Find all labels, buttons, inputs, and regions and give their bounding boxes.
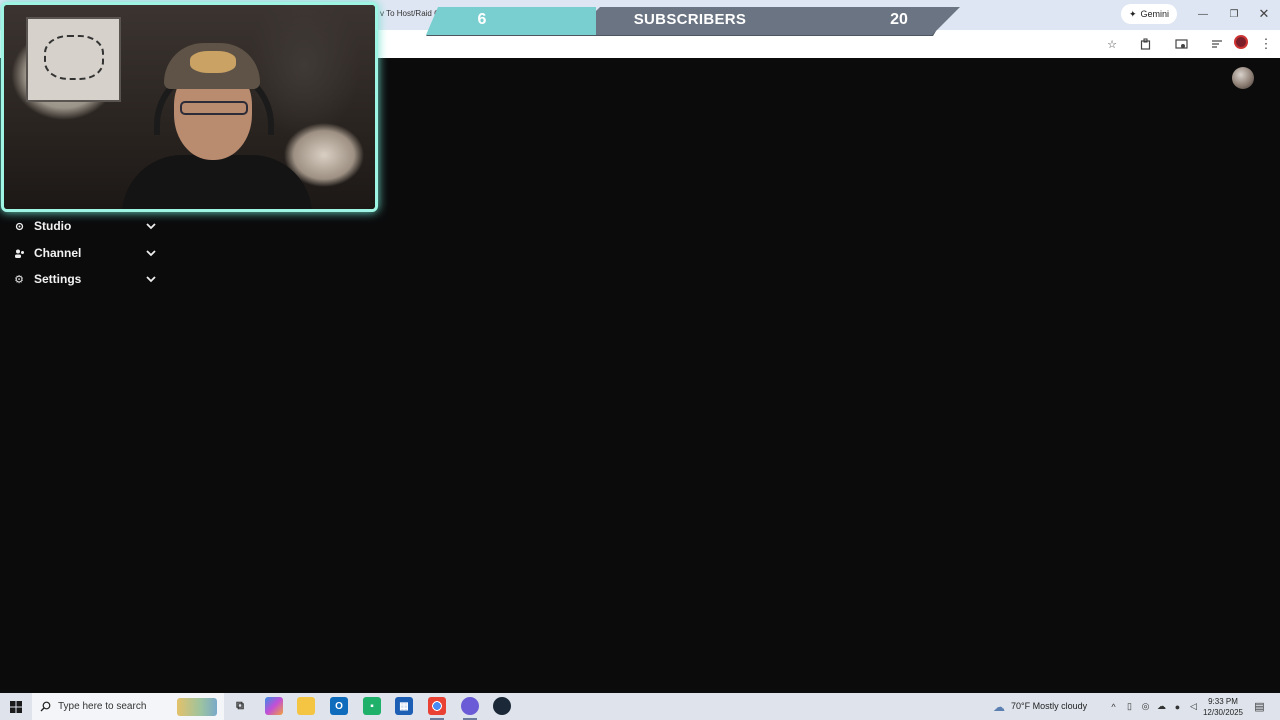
cloud-icon[interactable]: ☁: [1156, 701, 1167, 712]
close-button[interactable]: ✕: [1256, 6, 1272, 21]
steam-icon[interactable]: [493, 697, 511, 715]
sidebar-item-studio[interactable]: Studio: [0, 213, 170, 239]
search-highlight-image: [177, 698, 217, 716]
sidebar-item-label: Studio: [34, 219, 72, 233]
reading-list-icon[interactable]: [1208, 35, 1226, 53]
gemini-label: Gemini: [1140, 9, 1170, 19]
media-icon[interactable]: [1172, 35, 1190, 53]
webcam-poster-art: [44, 35, 104, 80]
chrome-icon[interactable]: [428, 697, 446, 715]
sidebar-item-label: Channel: [34, 246, 82, 260]
discord-icon[interactable]: [461, 697, 479, 715]
app-icon[interactable]: ▪: [363, 697, 381, 715]
file-explorer-icon[interactable]: [297, 697, 315, 715]
battery-icon[interactable]: ▯: [1124, 701, 1135, 712]
task-view-icon[interactable]: ⧉: [231, 697, 249, 715]
sparkle-icon: ✦: [1129, 8, 1137, 19]
minimize-button[interactable]: —: [1195, 7, 1211, 21]
chevron-down-icon[interactable]: [144, 272, 158, 286]
menu-icon[interactable]: ⋮: [1257, 35, 1275, 53]
subscriber-goal-count: 20: [890, 11, 908, 28]
sidebar-item-label: Settings: [34, 272, 82, 286]
taskbar-search[interactable]: Type here to search: [32, 693, 224, 720]
weather-icon[interactable]: ☁: [991, 700, 1007, 714]
clock-date: 12/30/2025: [1202, 708, 1244, 717]
webcam-cap-patch: [190, 51, 236, 73]
studio-icon: [12, 219, 26, 233]
restore-button[interactable]: ❐: [1226, 7, 1242, 21]
system-clock[interactable]: 9:33 PM 12/30/2025: [1200, 696, 1246, 718]
clock-time: 9:33 PM: [1208, 697, 1238, 706]
outlook-icon[interactable]: O: [330, 697, 348, 715]
weather-text[interactable]: 70°F Mostly cloudy: [1011, 701, 1087, 711]
search-icon: [40, 701, 51, 712]
channel-icon: [12, 246, 26, 260]
sidebar-item-channel[interactable]: Channel: [0, 240, 170, 266]
subscriber-current-count: 6: [477, 11, 487, 28]
user-avatar[interactable]: [1232, 67, 1254, 89]
gear-icon: ⚙: [14, 273, 24, 286]
network-icon[interactable]: ◎: [1140, 701, 1151, 712]
copilot-icon[interactable]: [265, 697, 283, 715]
sidebar-item-settings[interactable]: ⚙ Settings: [0, 266, 170, 292]
profile-avatar[interactable]: [1234, 35, 1248, 49]
star-icon[interactable]: ☆: [1103, 35, 1121, 53]
search-placeholder: Type here to search: [58, 701, 147, 712]
windows-taskbar: Type here to search ⧉ O ▪ ▦ ☁ 70°F Mostl…: [0, 693, 1280, 720]
subscriber-label: SUBSCRIBERS: [633, 11, 747, 28]
chevron-up-icon[interactable]: ^: [1108, 701, 1119, 712]
microphone-icon[interactable]: ●: [1172, 701, 1183, 712]
windows-icon: [10, 700, 22, 713]
volume-icon[interactable]: ◁: [1188, 701, 1199, 712]
webcam-feed: [1, 2, 378, 212]
extensions-icon[interactable]: [1137, 35, 1155, 53]
store-icon[interactable]: ▦: [395, 697, 413, 715]
webcam-person-glasses: [180, 101, 248, 115]
subscriber-count-panel: [426, 7, 596, 35]
start-button[interactable]: [0, 693, 32, 720]
webcam-person-body: [122, 155, 312, 209]
gemini-button[interactable]: ✦ Gemini: [1121, 4, 1178, 24]
chevron-down-icon[interactable]: [144, 219, 158, 233]
notification-icon[interactable]: ▤: [1254, 701, 1265, 713]
chevron-down-icon[interactable]: [144, 246, 158, 260]
